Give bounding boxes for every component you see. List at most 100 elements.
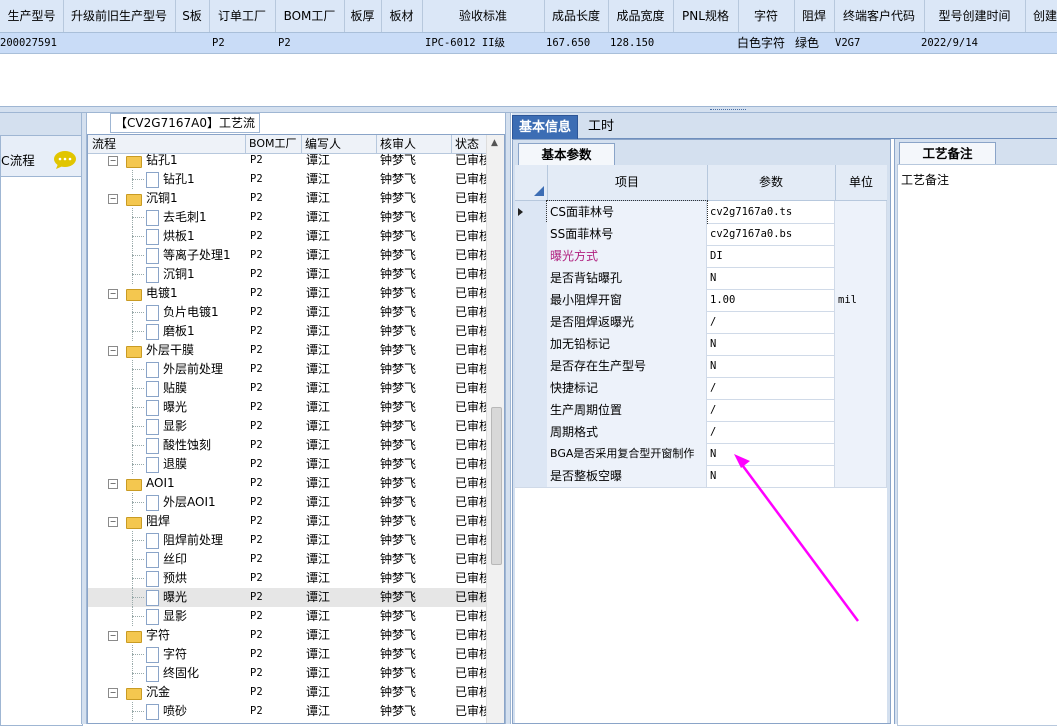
collapse-icon[interactable]: −: [108, 156, 118, 166]
tree-cell-writer: 谭江: [306, 571, 331, 585]
col-header[interactable]: 字符: [738, 0, 795, 32]
tree-row[interactable]: 喷砂 P2 谭江 钟梦飞 已审核: [88, 702, 488, 721]
speech-bubble-icon[interactable]: [53, 150, 77, 173]
col-header[interactable]: 生产型号: [0, 0, 64, 32]
col-header[interactable]: 创建: [1025, 0, 1057, 32]
tree-row[interactable]: 显影 P2 谭江 钟梦飞 已审核: [88, 417, 488, 436]
info-tabs: 基本信息 工时: [512, 113, 1057, 141]
tree-node-label: 字符: [146, 628, 171, 642]
tree-row[interactable]: 负片电镀1 P2 谭江 钟梦飞 已审核: [88, 303, 488, 322]
tree-row[interactable]: 磨板1 P2 谭江 钟梦飞 已审核: [88, 322, 488, 341]
tree-guide: [132, 616, 144, 617]
tree-row[interactable]: 阻焊前处理 P2 谭江 钟梦飞 已审核: [88, 531, 488, 550]
tab-work-hours[interactable]: 工时: [582, 115, 620, 139]
tree-cell-status: 已审核: [455, 324, 488, 338]
tree-row[interactable]: − 外层干膜 P2 谭江 钟梦飞 已审核: [88, 341, 488, 360]
tree-cell-bom: P2: [250, 382, 263, 394]
tree-cell-writer: 谭江: [306, 419, 331, 433]
tree-row[interactable]: 终固化 P2 谭江 钟梦飞 已审核: [88, 664, 488, 683]
col-header[interactable]: 升级前旧生产型号: [63, 0, 176, 32]
tree-cell-bom: P2: [250, 344, 263, 356]
tree-row[interactable]: 退膜 P2 谭江 钟梦飞 已审核: [88, 455, 488, 474]
tree-cell-checker: 钟梦飞: [380, 438, 417, 452]
tree-guide: [132, 654, 144, 655]
tree-row[interactable]: − 钻孔1 P2 谭江 钟梦飞 已审核: [88, 151, 488, 170]
scroll-thumb[interactable]: [491, 407, 502, 565]
grip-handle[interactable]: [710, 109, 746, 112]
tree-row[interactable]: 曝光 P2 谭江 钟梦飞 已审核: [88, 398, 488, 417]
tree-row[interactable]: 去毛刺1 P2 谭江 钟梦飞 已审核: [88, 208, 488, 227]
tree-row[interactable]: 外层前处理 P2 谭江 钟梦飞 已审核: [88, 360, 488, 379]
tree-cell-writer: 谭江: [306, 704, 331, 718]
tree-cell-status: 已审核: [455, 571, 488, 585]
col-header[interactable]: S板: [175, 0, 210, 32]
order-cell: 167.650: [546, 37, 591, 49]
tree-row[interactable]: − 电镀1 P2 谭江 钟梦飞 已审核: [88, 284, 488, 303]
tab-basic-info[interactable]: 基本信息: [512, 115, 579, 141]
col-header[interactable]: BOM工厂: [275, 0, 345, 32]
collapse-icon[interactable]: −: [108, 688, 118, 698]
order-cell: 200027591: [0, 37, 57, 49]
tree-row[interactable]: 贴膜 P2 谭江 钟梦飞 已审核: [88, 379, 488, 398]
tree-cell-writer: 谭江: [306, 647, 331, 661]
collapse-icon[interactable]: −: [108, 346, 118, 356]
tree-row[interactable]: − 沉铜1 P2 谭江 钟梦飞 已审核: [88, 189, 488, 208]
tree-row[interactable]: 字符 P2 谭江 钟梦飞 已审核: [88, 645, 488, 664]
tree-cell-bom: P2: [250, 287, 263, 299]
col-header[interactable]: 成品长度: [544, 0, 609, 32]
col-header[interactable]: 终端客户代码: [834, 0, 925, 32]
tree-node-label: 曝光: [163, 590, 188, 604]
tree-row[interactable]: 丝印 P2 谭江 钟梦飞 已审核: [88, 550, 488, 569]
tree-row[interactable]: 显影 P2 谭江 钟梦飞 已审核: [88, 607, 488, 626]
tree-row[interactable]: 等离子处理1 P2 谭江 钟梦飞 已审核: [88, 246, 488, 265]
tree-cell-writer: 谭江: [306, 210, 331, 224]
col-header[interactable]: 板材: [381, 0, 423, 32]
process-tree: 流程 BOM工厂 编写人 核审人 状态 − 钻孔1 P2 谭江 钟梦飞 已审核 钻孔1 P2 谭…: [87, 134, 505, 724]
scroll-up-icon[interactable]: ▲: [491, 138, 498, 148]
tree-scrollbar[interactable]: ▲: [486, 135, 504, 723]
collapse-icon[interactable]: −: [108, 479, 118, 489]
tree-row[interactable]: − 阻焊 P2 谭江 钟梦飞 已审核: [88, 512, 488, 531]
middle-splitter[interactable]: [505, 113, 511, 724]
tree-cell-status: 已审核: [455, 419, 488, 433]
tree-node-label: 沉铜1: [146, 191, 178, 205]
tree-row[interactable]: − 沉金 P2 谭江 钟梦飞 已审核: [88, 683, 488, 702]
folder-icon: [126, 688, 142, 700]
tree-row[interactable]: 预烘 P2 谭江 钟梦飞 已审核: [88, 569, 488, 588]
tab-basic-params[interactable]: 基本参数: [518, 143, 615, 165]
tree-guide: [132, 673, 144, 674]
tree-row[interactable]: 钻孔1 P2 谭江 钟梦飞 已审核: [88, 170, 488, 189]
tree-row[interactable]: 曝光 P2 谭江 钟梦飞 已审核: [88, 588, 488, 607]
tree-row[interactable]: 沉铜1 P2 谭江 钟梦飞 已审核: [88, 265, 488, 284]
tree-cell-checker: 钟梦飞: [380, 495, 417, 509]
tree-cell-status: 已审核: [455, 267, 488, 281]
collapse-icon[interactable]: −: [108, 517, 118, 527]
col-header[interactable]: 订单工厂: [209, 0, 276, 32]
tree-row[interactable]: − AOI1 P2 谭江 钟梦飞 已审核: [88, 474, 488, 493]
tab-process-notes[interactable]: 工艺备注: [899, 142, 996, 164]
tree-cell-writer: 谭江: [306, 267, 331, 281]
col-header[interactable]: 验收标准: [422, 0, 545, 32]
tree-cell-checker: 钟梦飞: [380, 191, 417, 205]
col-header[interactable]: 板厚: [344, 0, 382, 32]
col-header[interactable]: 成品宽度: [608, 0, 674, 32]
collapse-icon[interactable]: −: [108, 631, 118, 641]
tree-row[interactable]: 酸性蚀刻 P2 谭江 钟梦飞 已审核: [88, 436, 488, 455]
tree-guide: [132, 331, 144, 332]
collapse-icon[interactable]: −: [108, 194, 118, 204]
order-row[interactable]: 200027591 P2 P2 IPC-6012 II级 167.650 128…: [0, 33, 1057, 54]
collapse-icon[interactable]: −: [108, 289, 118, 299]
process-notes-area[interactable]: 工艺备注: [897, 164, 1057, 726]
tree-node-label: 贴膜: [163, 381, 188, 395]
document-icon: [146, 210, 159, 226]
tree-row[interactable]: − 字符 P2 谭江 钟梦飞 已审核: [88, 626, 488, 645]
col-header[interactable]: 阻焊: [794, 0, 835, 32]
horizontal-splitter[interactable]: [0, 106, 1057, 113]
tree-cell-writer: 谭江: [306, 438, 331, 452]
tree-cell-checker: 钟梦飞: [380, 210, 417, 224]
tree-row[interactable]: 烘板1 P2 谭江 钟梦飞 已审核: [88, 227, 488, 246]
col-header[interactable]: 型号创建时间: [924, 0, 1026, 32]
tree-guide: [132, 407, 144, 408]
col-header[interactable]: PNL规格: [673, 0, 739, 32]
tree-row[interactable]: 外层AOI1 P2 谭江 钟梦飞 已审核: [88, 493, 488, 512]
